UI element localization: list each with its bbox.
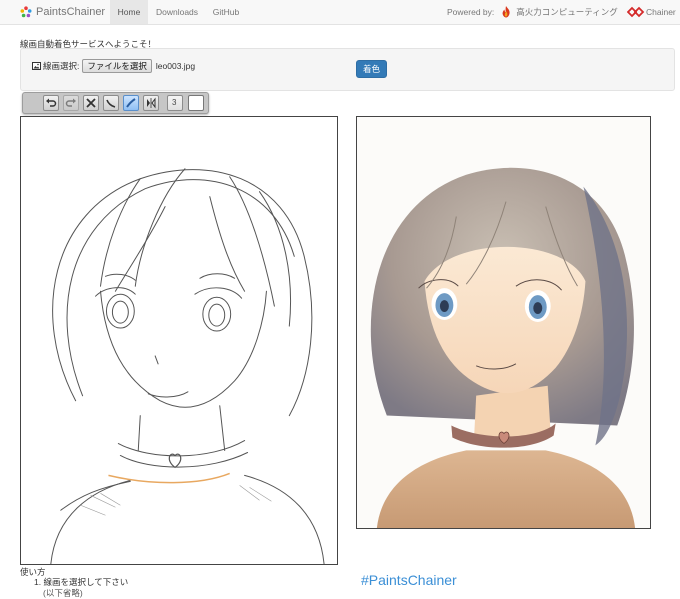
clear-icon <box>86 98 96 108</box>
chainer-link[interactable]: Chainer <box>627 0 676 24</box>
tab-downloads[interactable]: Downloads <box>150 0 204 24</box>
tab-home[interactable]: Home <box>110 0 148 24</box>
color-swatch-button[interactable] <box>188 95 204 111</box>
colorized-canvas <box>356 116 651 529</box>
mirror-icon <box>147 97 156 109</box>
upload-form: 線画選択: ファイルを選択 leo003.jpg 着色 <box>20 48 675 91</box>
undo-icon <box>46 98 57 107</box>
brush-icon <box>126 98 136 108</box>
undo-button[interactable] <box>43 95 59 111</box>
hashtag-link[interactable]: #PaintsChainer <box>361 572 457 588</box>
mirror-tool[interactable] <box>143 95 159 111</box>
lineart-image <box>50 168 325 564</box>
chainer-logo-icon <box>627 6 645 18</box>
brand-link[interactable]: PaintsChainer <box>20 5 105 19</box>
choose-file-button[interactable]: ファイルを選択 <box>82 59 152 73</box>
colorize-button[interactable]: 着色 <box>356 60 387 78</box>
chainer-label: Chainer <box>646 7 676 17</box>
navbar: PaintsChainer Home Downloads GitHub Powe… <box>0 0 680 25</box>
flame-logo-icon <box>502 6 510 18</box>
tab-github[interactable]: GitHub <box>206 0 246 24</box>
pencil-tool[interactable] <box>103 95 119 111</box>
file-selector-row: 線画選択: ファイルを選択 leo003.jpg <box>32 59 195 73</box>
picture-icon <box>32 62 41 70</box>
brush-tool[interactable] <box>123 95 139 111</box>
paintschainer-logo-icon <box>20 6 32 18</box>
brush-size-value: 3 <box>172 98 177 107</box>
redo-icon <box>65 98 76 107</box>
pencil-icon <box>106 99 116 108</box>
howto-step-1-note: (以下省略) <box>43 588 83 598</box>
lineart-canvas[interactable] <box>20 116 338 565</box>
clear-button[interactable] <box>83 95 99 111</box>
powered-by-name: 高火力コンピューティング <box>516 7 618 17</box>
brand-name: PaintsChainer <box>36 6 106 18</box>
brush-size-button[interactable]: 3 <box>167 95 183 111</box>
colorized-image <box>357 117 650 528</box>
redo-button[interactable] <box>63 95 79 111</box>
selected-file-name: leo003.jpg <box>155 61 196 71</box>
file-label: 線画選択: <box>43 61 80 71</box>
powered-by[interactable]: Powered by: 高火力コンピューティング <box>447 0 618 24</box>
powered-by-label: Powered by: <box>447 7 495 17</box>
drawing-toolbar: 3 <box>22 92 209 114</box>
